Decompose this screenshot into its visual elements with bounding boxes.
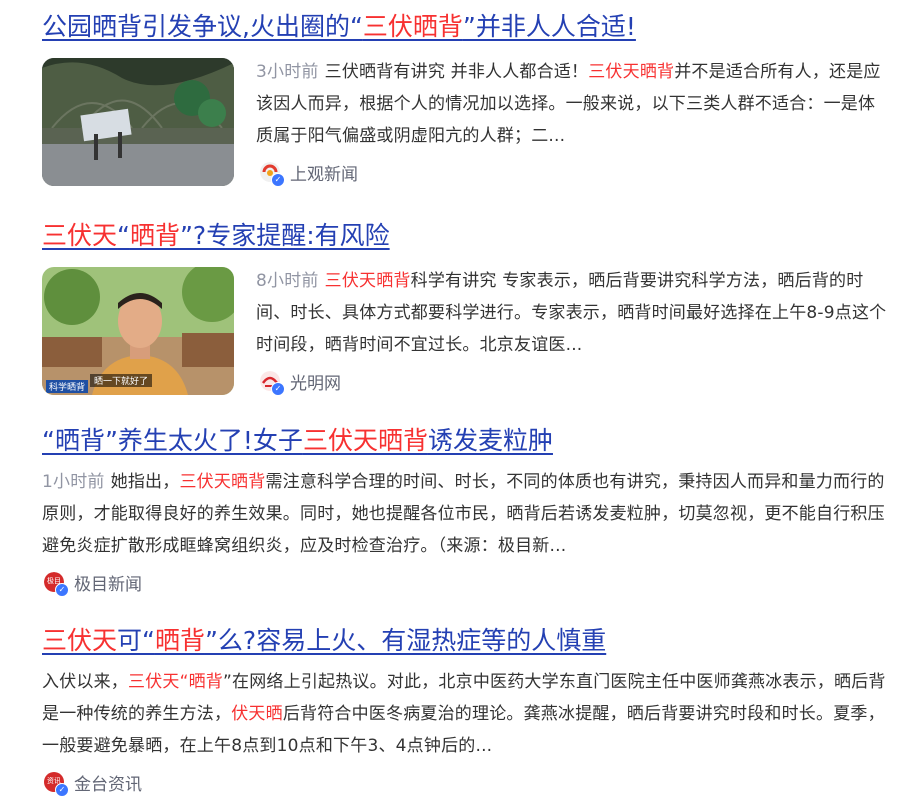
source-name: 金台资讯 (74, 775, 142, 795)
search-result-3: “晒背”养生太火了!女子三伏天晒背诱发麦粒肿 1小时前 她指出，三伏天晒背需注意科… (42, 424, 888, 597)
jintai-logo-icon: 资讯 ✓ (44, 771, 69, 797)
result-title[interactable]: 公园晒背引发争议,火出圈的“三伏晒背”并非人人合适! (42, 10, 888, 44)
verified-icon: ✓ (55, 782, 69, 797)
verified-icon: ✓ (271, 381, 285, 396)
result-source[interactable]: 资讯 ✓ 金台资讯 (44, 770, 142, 797)
result-snippet: 3小时前 三伏晒背有讲究 并非人人都合适！三伏天晒背并不是适合所有人，还是应该因人… (256, 62, 881, 146)
result-time: 1小时前 (42, 472, 105, 492)
park-photo-icon (42, 58, 234, 186)
result-time: 8小时前 (256, 271, 319, 291)
source-name: 光明网 (290, 374, 341, 394)
result-snippet: 入伏以来，三伏天“晒背”在网络上引起热议。对此，北京中医药大学东直门医院主任中医… (42, 672, 886, 756)
verified-icon: ✓ (271, 172, 285, 187)
result-title[interactable]: “晒背”养生太火了!女子三伏天晒背诱发麦粒肿 (42, 424, 888, 458)
result-thumbnail[interactable] (42, 58, 234, 186)
source-name: 极目新闻 (74, 575, 142, 595)
result-source[interactable]: ✓ 光明网 (260, 369, 341, 396)
result-time: 3小时前 (256, 62, 319, 82)
guangming-logo-icon: ✓ (260, 370, 285, 396)
result-title[interactable]: 三伏天可“晒背”么?容易上火、有湿热症等的人慎重 (42, 624, 888, 658)
verified-icon: ✓ (55, 582, 69, 597)
result-source[interactable]: ✓ 上观新闻 (260, 160, 358, 187)
result-title[interactable]: 三伏天“晒背”?专家提醒:有风险 (42, 219, 888, 253)
search-result-4: 三伏天可“晒背”么?容易上火、有湿热症等的人慎重 入伏以来，三伏天“晒背”在网络… (42, 624, 888, 797)
thumb-badge: 科学晒背 (46, 380, 89, 393)
result-snippet: 1小时前 她指出，三伏天晒背需注意科学合理的时间、时长，不同的体质也有讲究，秉持因… (42, 472, 885, 556)
result-thumbnail[interactable]: 科学晒背 晒一下就好了 (42, 267, 234, 395)
search-result-1: 公园晒背引发争议,火出圈的“三伏晒背”并非人人合适! 3小时前 三伏晒背有讲究 并… (42, 10, 888, 187)
thumb-caption: 晒一下就好了 (90, 374, 153, 387)
result-source[interactable]: 极目 ✓ 极目新闻 (44, 570, 142, 597)
result-snippet: 8小时前 三伏天晒背科学有讲究 专家表示，晒后背要讲究科学方法，晒后背的时间、时长… (256, 271, 887, 355)
jimu-logo-icon: 极目 ✓ (44, 571, 69, 597)
shangguan-logo-icon: ✓ (260, 161, 285, 187)
source-name: 上观新闻 (290, 165, 358, 185)
search-result-2: 三伏天“晒背”?专家提醒:有风险 科学晒背 晒一下就好了 8小时前 三伏天晒背科学… (42, 219, 888, 396)
